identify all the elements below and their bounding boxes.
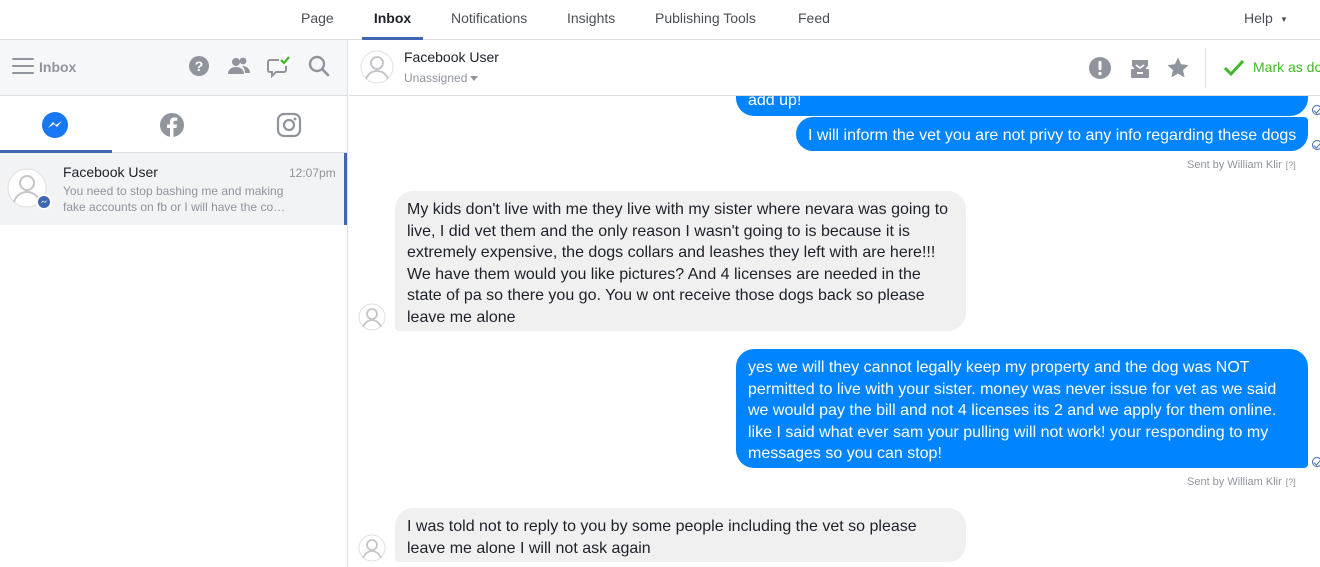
tab-notifications[interactable]: Notifications [451, 0, 527, 40]
help-caret-icon[interactable]: ▼ [1280, 15, 1288, 24]
messenger-badge-icon [36, 194, 52, 210]
tab-page[interactable]: Page [301, 0, 334, 40]
messages-check-icon[interactable] [267, 54, 291, 79]
sent-by-help[interactable]: [?] [1286, 160, 1296, 170]
sidebar-title: Inbox [39, 59, 77, 75]
message-line: leave me alone [407, 308, 516, 326]
message-line: add up! [748, 96, 802, 109]
seen-icon [1312, 105, 1320, 115]
star-icon[interactable] [1166, 56, 1190, 80]
message-line: leave me alone I will not ask again [407, 539, 651, 557]
people-icon[interactable] [227, 54, 251, 78]
conversation-time: 12:07pm [289, 166, 336, 180]
conversation-header: Facebook User Unassigned Mark as do [349, 40, 1320, 96]
avatar [360, 50, 394, 84]
tab-inbox[interactable]: Inbox [362, 0, 423, 40]
svg-text:?: ? [195, 58, 204, 74]
assignment-dropdown[interactable]: Unassigned [404, 71, 479, 85]
facebook-icon [160, 113, 184, 138]
seen-icon [1312, 140, 1320, 150]
menu-icon[interactable] [12, 58, 34, 76]
sent-by-help[interactable]: [?] [1286, 477, 1296, 487]
message-line: extremely expensive, the dogs collars an… [407, 244, 936, 261]
message-thread[interactable]: add up! I will inform the vet you are no… [349, 96, 1320, 567]
check-icon [1223, 59, 1245, 77]
sent-by-label: Sent by William Klir [?] [1187, 159, 1296, 171]
outgoing-message: yes we will they cannot legally keep my … [736, 349, 1308, 468]
incoming-message: My kids don't live with me they live wit… [395, 191, 966, 331]
message-line: like I said what ever sam your pulling w… [748, 423, 1269, 441]
message-line: permitted to live with your sister. mone… [748, 380, 1277, 398]
inbox-sidebar: Inbox ? Facebook User 12:07pm You need t… [0, 40, 348, 567]
help-icon[interactable]: ? [187, 54, 211, 78]
message-line: My kids don't live with me they live wit… [407, 201, 949, 218]
outgoing-message: add up! [736, 96, 1308, 116]
conversation-title: Facebook User [404, 49, 499, 65]
conversation-preview: You need to stop bashing me and making f… [63, 184, 286, 214]
conversation-name: Facebook User [63, 164, 158, 180]
message-line: I will inform the vet you are not privy … [808, 127, 1297, 144]
message-line: live, I did vet them and the only reason… [407, 222, 910, 240]
top-nav: Page Inbox Notifications Insights Publis… [0, 0, 1320, 40]
platform-tabs [0, 96, 347, 153]
sent-by-text: Sent by William Klir [1187, 476, 1282, 488]
messenger-icon [42, 112, 68, 138]
message-line: I was told not to reply to you by some p… [407, 518, 917, 535]
conversation-list-item[interactable]: Facebook User 12:07pm You need to stop b… [0, 153, 347, 225]
search-icon[interactable] [307, 54, 331, 78]
tab-feed[interactable]: Feed [798, 0, 830, 40]
message-line: we would pay the bill and not 4 licenses… [748, 402, 1277, 419]
message-line: yes we will they cannot legally keep my … [748, 359, 1250, 376]
help-menu[interactable]: Help [1244, 0, 1273, 40]
message-line: We have them would you like pictures? An… [407, 265, 921, 283]
tab-facebook[interactable] [117, 96, 229, 153]
message-line: messages so you can stop! [748, 445, 942, 462]
tab-instagram[interactable] [234, 96, 346, 153]
sidebar-header: Inbox ? [0, 40, 347, 96]
sent-by-text: Sent by William Klir [1187, 159, 1282, 171]
assignment-label: Unassigned [404, 71, 468, 85]
chevron-down-icon [470, 76, 479, 81]
tab-publishing-tools[interactable]: Publishing Tools [655, 0, 756, 40]
tab-insights[interactable]: Insights [567, 0, 615, 40]
sent-by-label: Sent by William Klir [?] [1187, 476, 1296, 488]
archive-icon[interactable] [1128, 56, 1152, 80]
incoming-message: I was told not to reply to you by some p… [395, 508, 966, 562]
alert-icon[interactable] [1088, 56, 1112, 80]
instagram-icon [276, 112, 302, 138]
avatar [358, 534, 386, 562]
avatar [358, 303, 386, 331]
seen-icon [1312, 457, 1320, 467]
tab-messenger[interactable] [0, 96, 112, 153]
outgoing-message: I will inform the vet you are not privy … [796, 117, 1308, 151]
message-line: state of pa so there you go. You w ont r… [407, 287, 925, 304]
mark-as-done-label: Mark as do [1253, 59, 1320, 75]
header-divider [1205, 48, 1206, 88]
